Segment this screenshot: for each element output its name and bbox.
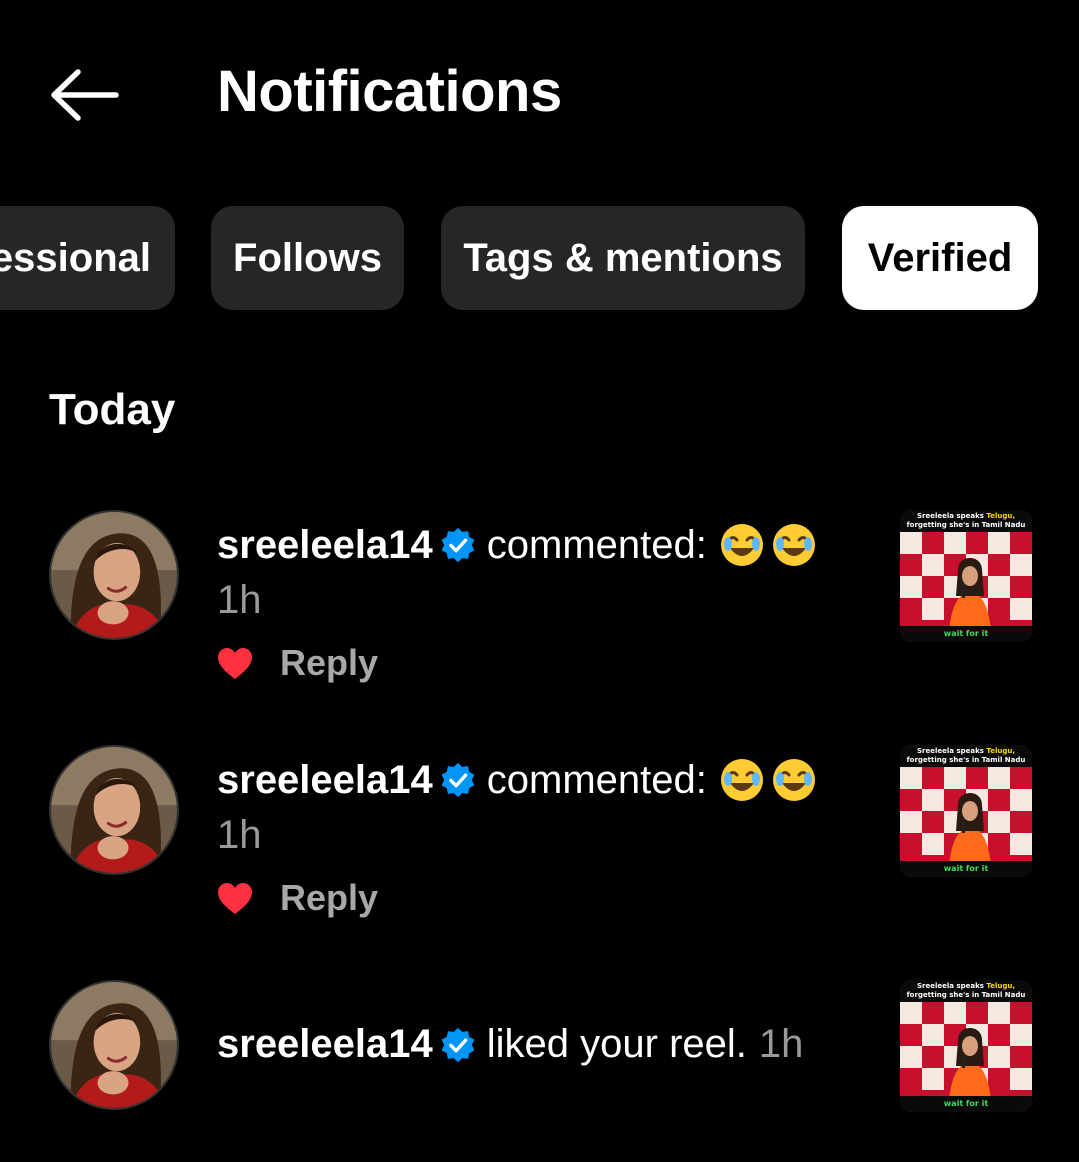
heart-icon[interactable]	[217, 647, 253, 681]
username[interactable]: sreeleela14	[217, 1022, 433, 1067]
timestamp: 1h	[758, 1022, 804, 1066]
avatar[interactable]	[49, 510, 179, 640]
filter-chips: essional Follows Tags & mentions Verifie…	[0, 206, 1079, 310]
back-button[interactable]	[44, 64, 124, 124]
username[interactable]: sreeleela14	[217, 523, 433, 568]
timestamp: 1h	[217, 813, 262, 857]
thumbnail-caption: Sreeleela speaks Telugu, forgetting she's…	[900, 745, 1032, 767]
laughing-emoji-icon	[719, 757, 765, 803]
laughing-emoji-icon	[719, 522, 765, 568]
verified-badge-icon	[439, 526, 477, 564]
reply-button[interactable]: Reply	[280, 642, 378, 684]
chip-professional[interactable]: essional	[0, 206, 175, 310]
thumbnail-caption: Sreeleela speaks Telugu, forgetting she's…	[900, 980, 1032, 1002]
page-title: Notifications	[217, 59, 562, 124]
section-heading-today: Today	[49, 385, 176, 434]
notification-text: sreeleela14 liked your reel. 1h	[217, 1022, 803, 1067]
arrow-left-icon	[44, 69, 124, 128]
reel-thumbnail[interactable]: Sreeleela speaks Telugu, forgetting she's…	[900, 745, 1032, 877]
verified-badge-icon	[439, 1026, 477, 1064]
thumbnail-caption: Sreeleela speaks Telugu, forgetting she's…	[900, 510, 1032, 532]
chip-tags-mentions[interactable]: Tags & mentions	[441, 206, 805, 310]
notifications-screen: Notifications essional Follows Tags & me…	[0, 0, 1079, 1162]
reel-thumbnail[interactable]: Sreeleela speaks Telugu, forgetting she's…	[900, 980, 1032, 1112]
reply-button[interactable]: Reply	[280, 877, 378, 919]
notification-action: liked your reel.	[486, 1022, 747, 1066]
thumbnail-caption-bottom: wait for it	[900, 861, 1032, 877]
avatar[interactable]	[49, 980, 179, 1110]
timestamp: 1h	[217, 578, 262, 622]
notification-text: sreeleela14 commented:	[217, 522, 817, 568]
thumbnail-caption-bottom: wait for it	[900, 626, 1032, 642]
laughing-emoji-icon	[771, 757, 817, 803]
avatar[interactable]	[49, 745, 179, 875]
notification-action: commented:	[486, 522, 707, 567]
verified-badge-icon	[439, 761, 477, 799]
chip-follows[interactable]: Follows	[211, 206, 404, 310]
heart-icon[interactable]	[217, 882, 253, 916]
username[interactable]: sreeleela14	[217, 758, 433, 803]
notification-action: commented:	[486, 757, 707, 802]
notification-text: sreeleela14 commented:	[217, 757, 817, 803]
laughing-emoji-icon	[771, 522, 817, 568]
reel-thumbnail[interactable]: Sreeleela speaks Telugu, forgetting she's…	[900, 510, 1032, 642]
chip-verified[interactable]: Verified	[842, 206, 1038, 310]
thumbnail-caption-bottom: wait for it	[900, 1096, 1032, 1112]
